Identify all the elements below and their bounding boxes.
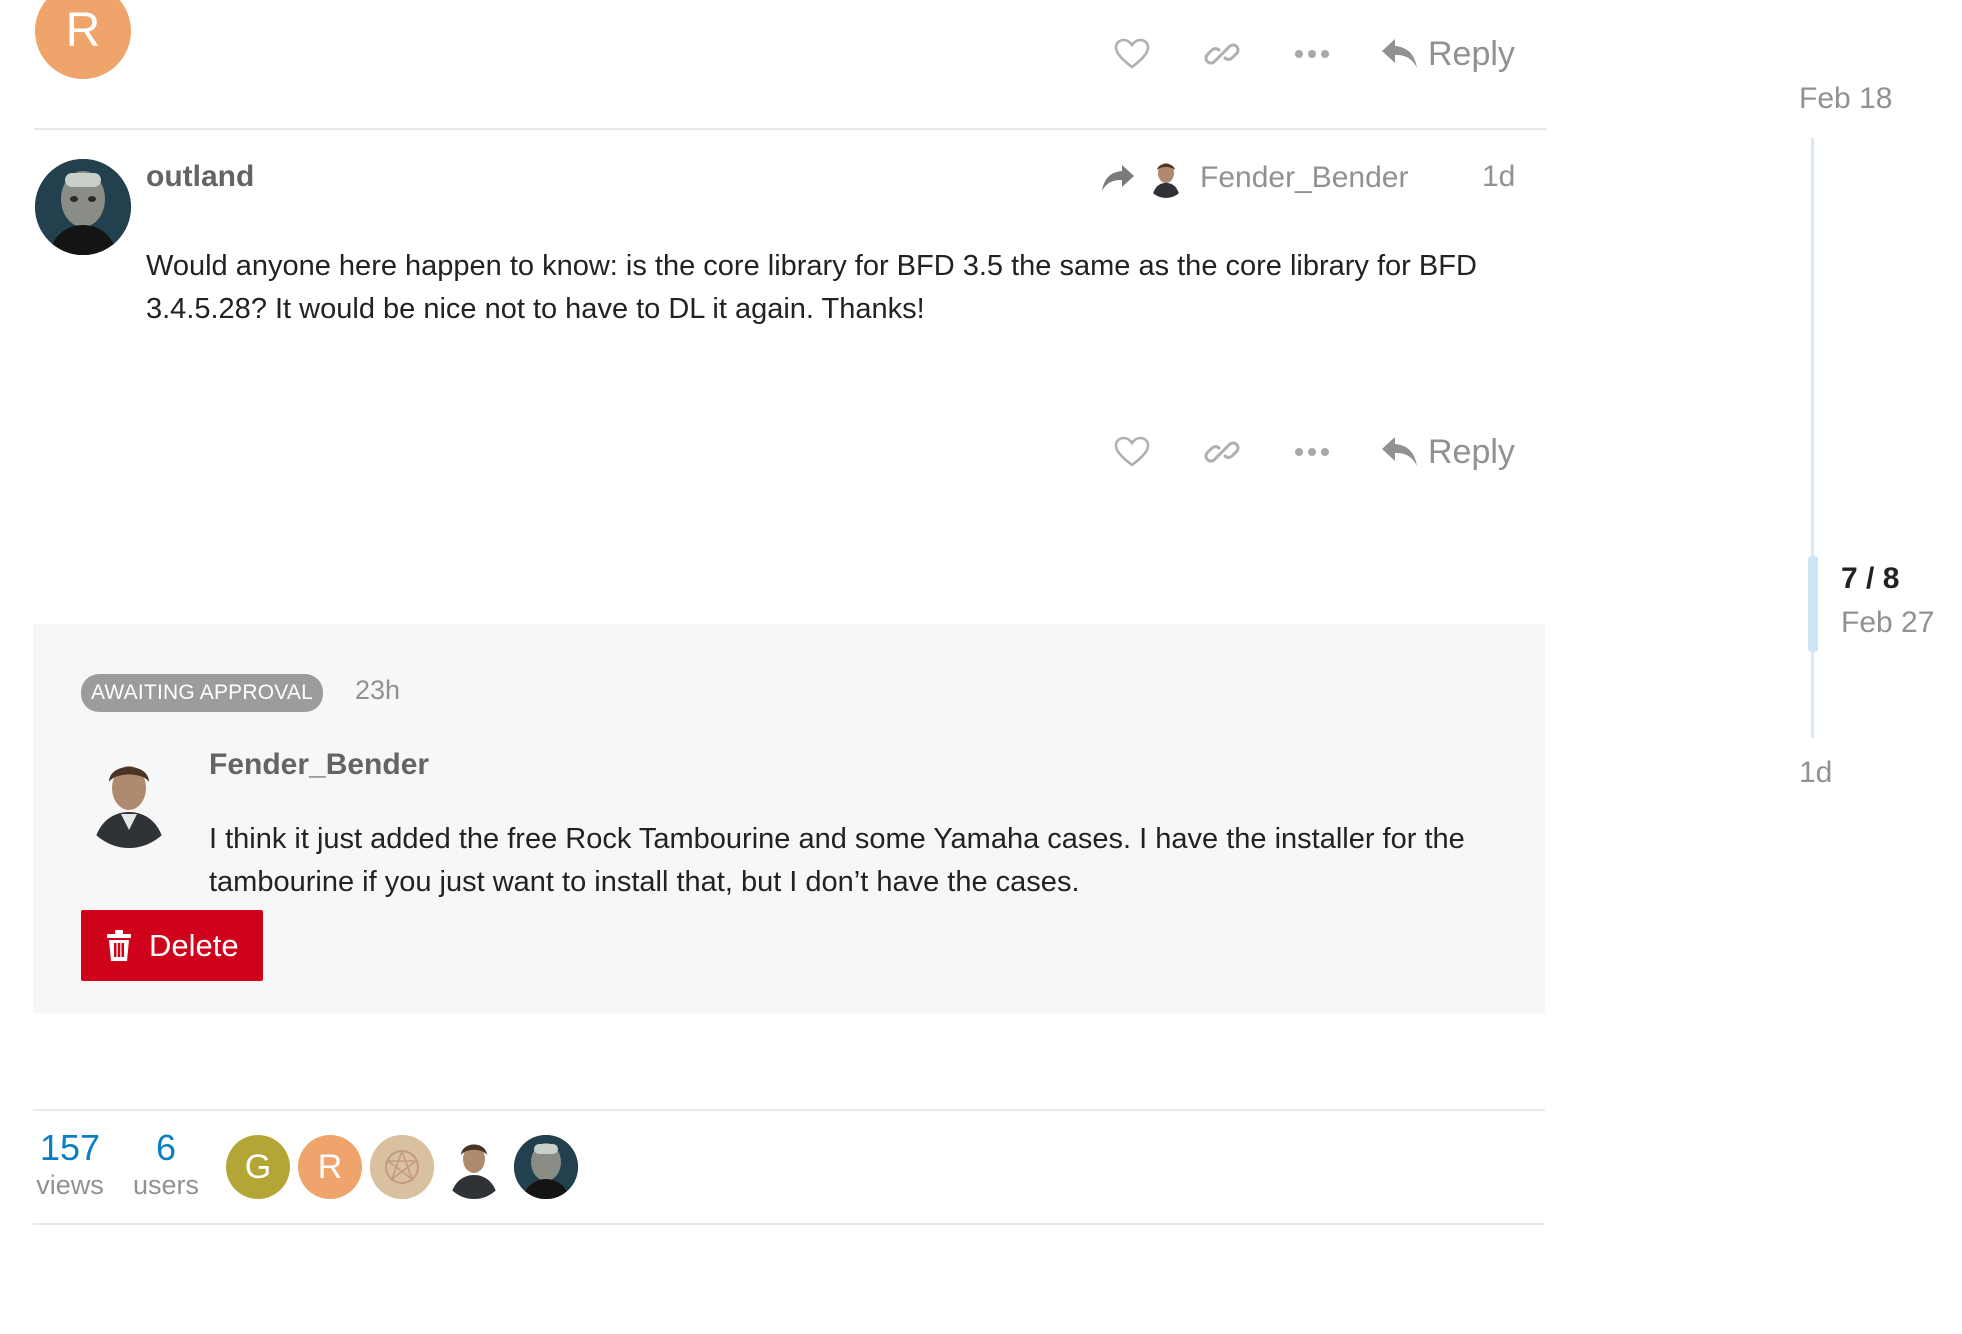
- avatar-letter: R: [317, 1148, 343, 1186]
- link-icon: [1204, 43, 1240, 65]
- pending-post-age: 23h: [355, 675, 401, 705]
- heart-icon: [1114, 436, 1150, 467]
- topic-map-top-border: [33, 1109, 1545, 1111]
- post-username[interactable]: outland: [146, 160, 254, 194]
- link-icon: [1204, 441, 1240, 463]
- timeline-end-date[interactable]: 1d: [1799, 756, 1832, 790]
- avatar-letter: R: [65, 4, 101, 57]
- share-arrow-icon: [1102, 165, 1134, 191]
- users-count: 6: [155, 1127, 177, 1168]
- post-body: Would anyone here happen to know: is the…: [146, 250, 1477, 325]
- avatar-letter: G: [244, 1148, 272, 1186]
- reply-button[interactable]: Reply: [1380, 433, 1515, 472]
- timeline-handle[interactable]: [1808, 556, 1818, 652]
- reply-icon: [1382, 437, 1417, 466]
- users-label: users: [132, 1170, 200, 1200]
- pending-post-username: Fender_Bender: [209, 748, 430, 781]
- timeline-current-date: Feb 27: [1841, 606, 1935, 639]
- reply-label: Reply: [1428, 34, 1515, 73]
- users-stat: 6 users: [128, 1128, 204, 1202]
- ellipsis-icon: [1295, 448, 1329, 456]
- share-link-button[interactable]: [1200, 430, 1244, 474]
- more-actions-button[interactable]: [1290, 32, 1334, 76]
- like-button[interactable]: [1110, 32, 1154, 76]
- timeline-position: 7 / 8: [1841, 562, 1900, 595]
- user-avatar-outland[interactable]: [35, 159, 131, 255]
- timeline-start-date[interactable]: Feb 18: [1799, 82, 1892, 116]
- participant-avatar[interactable]: [514, 1135, 578, 1199]
- reply-to-tab[interactable]: Fender_Bender: [1100, 158, 1408, 198]
- more-actions-button[interactable]: [1290, 430, 1334, 474]
- participant-avatar[interactable]: G: [226, 1135, 290, 1199]
- participant-avatar[interactable]: [370, 1135, 434, 1199]
- previous-post-avatar[interactable]: R: [35, 0, 131, 79]
- awaiting-approval-badge: AWAITING APPROVAL: [81, 674, 324, 712]
- participant-avatar[interactable]: R: [298, 1135, 362, 1199]
- reply-to-username: Fender_Bender: [1200, 161, 1409, 194]
- views-label: views: [36, 1170, 104, 1200]
- previous-post-actions: Reply: [1110, 28, 1515, 80]
- delete-button[interactable]: Delete: [81, 910, 263, 981]
- reply-to-avatar: [1146, 158, 1186, 198]
- views-count: 157: [39, 1127, 101, 1168]
- reply-icon: [1382, 39, 1417, 68]
- like-button[interactable]: [1110, 430, 1154, 474]
- trash-icon: [107, 929, 131, 961]
- reply-label: Reply: [1428, 432, 1515, 471]
- delete-label: Delete: [149, 927, 239, 963]
- share-link-button[interactable]: [1200, 32, 1244, 76]
- pending-post-avatar: [81, 752, 177, 848]
- post-date[interactable]: 1d: [1482, 160, 1515, 194]
- participant-avatar[interactable]: [442, 1135, 506, 1199]
- views-stat: 157 views: [30, 1128, 110, 1202]
- pending-post-body: I think it just added the free Rock Tamb…: [209, 823, 1465, 898]
- post-divider: [34, 128, 1547, 130]
- reply-button[interactable]: Reply: [1380, 35, 1515, 74]
- post-actions: Reply: [1110, 426, 1515, 478]
- ellipsis-icon: [1295, 50, 1329, 58]
- topic-map-bottom-border: [33, 1223, 1545, 1225]
- pending-post-container: AWAITING APPROVAL 23h Fender_Bender I th…: [33, 624, 1545, 1013]
- heart-icon: [1114, 38, 1150, 69]
